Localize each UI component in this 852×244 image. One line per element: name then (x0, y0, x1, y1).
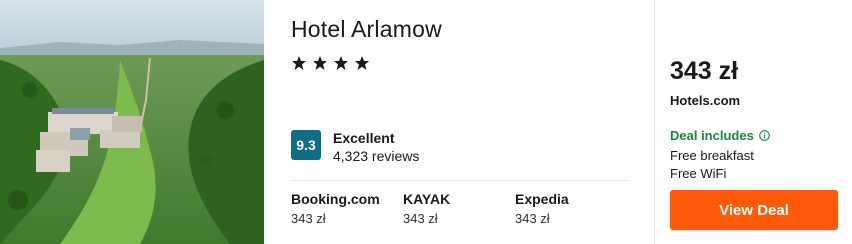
star-icon (334, 56, 348, 70)
hotel-name[interactable]: Hotel Arlamow (291, 16, 442, 43)
provider-price: 343 zł (403, 211, 438, 226)
hotel-info: Hotel Arlamow 9.3 Excellent 4,323 review… (291, 0, 631, 244)
perk-item: Free breakfast (670, 148, 754, 163)
rating-score-badge: 9.3 (291, 130, 321, 160)
perk-item: Free WiFi (670, 166, 727, 181)
deal-price: 343 zł (670, 57, 739, 85)
guest-rating[interactable]: 9.3 Excellent 4,323 reviews (291, 130, 419, 165)
provider-name: Expedia (515, 191, 569, 207)
star-icon (355, 56, 369, 70)
star-icon (313, 56, 327, 70)
provider-kayak[interactable]: KAYAK 343 zł (403, 191, 450, 227)
deal-site: Hotels.com (670, 93, 741, 108)
deal-includes-title: Deal includes (670, 128, 754, 143)
rating-text: Excellent 4,323 reviews (333, 130, 419, 165)
hotel-photo[interactable] (0, 0, 264, 244)
star-rating (291, 55, 370, 71)
rating-label: Excellent (333, 130, 395, 146)
info-icon[interactable] (758, 130, 770, 141)
provider-price: 343 zł (291, 211, 326, 226)
provider-name: KAYAK (403, 191, 451, 207)
deal-panel: 343 zł Hotels.com Deal includes Free bre… (670, 0, 840, 244)
divider (291, 180, 628, 181)
deal-includes: Deal includes (670, 128, 770, 143)
provider-expedia[interactable]: Expedia 343 zł (515, 191, 569, 227)
provider-booking[interactable]: Booking.com 343 zł (291, 191, 380, 227)
provider-name: Booking.com (291, 191, 380, 207)
provider-price: 343 zł (515, 211, 550, 226)
review-count: 4,323 reviews (333, 148, 420, 164)
hotel-card: Hotel Arlamow 9.3 Excellent 4,323 review… (0, 0, 852, 244)
column-separator (654, 0, 655, 244)
view-deal-button[interactable]: View Deal (670, 190, 838, 230)
star-icon (292, 56, 306, 70)
